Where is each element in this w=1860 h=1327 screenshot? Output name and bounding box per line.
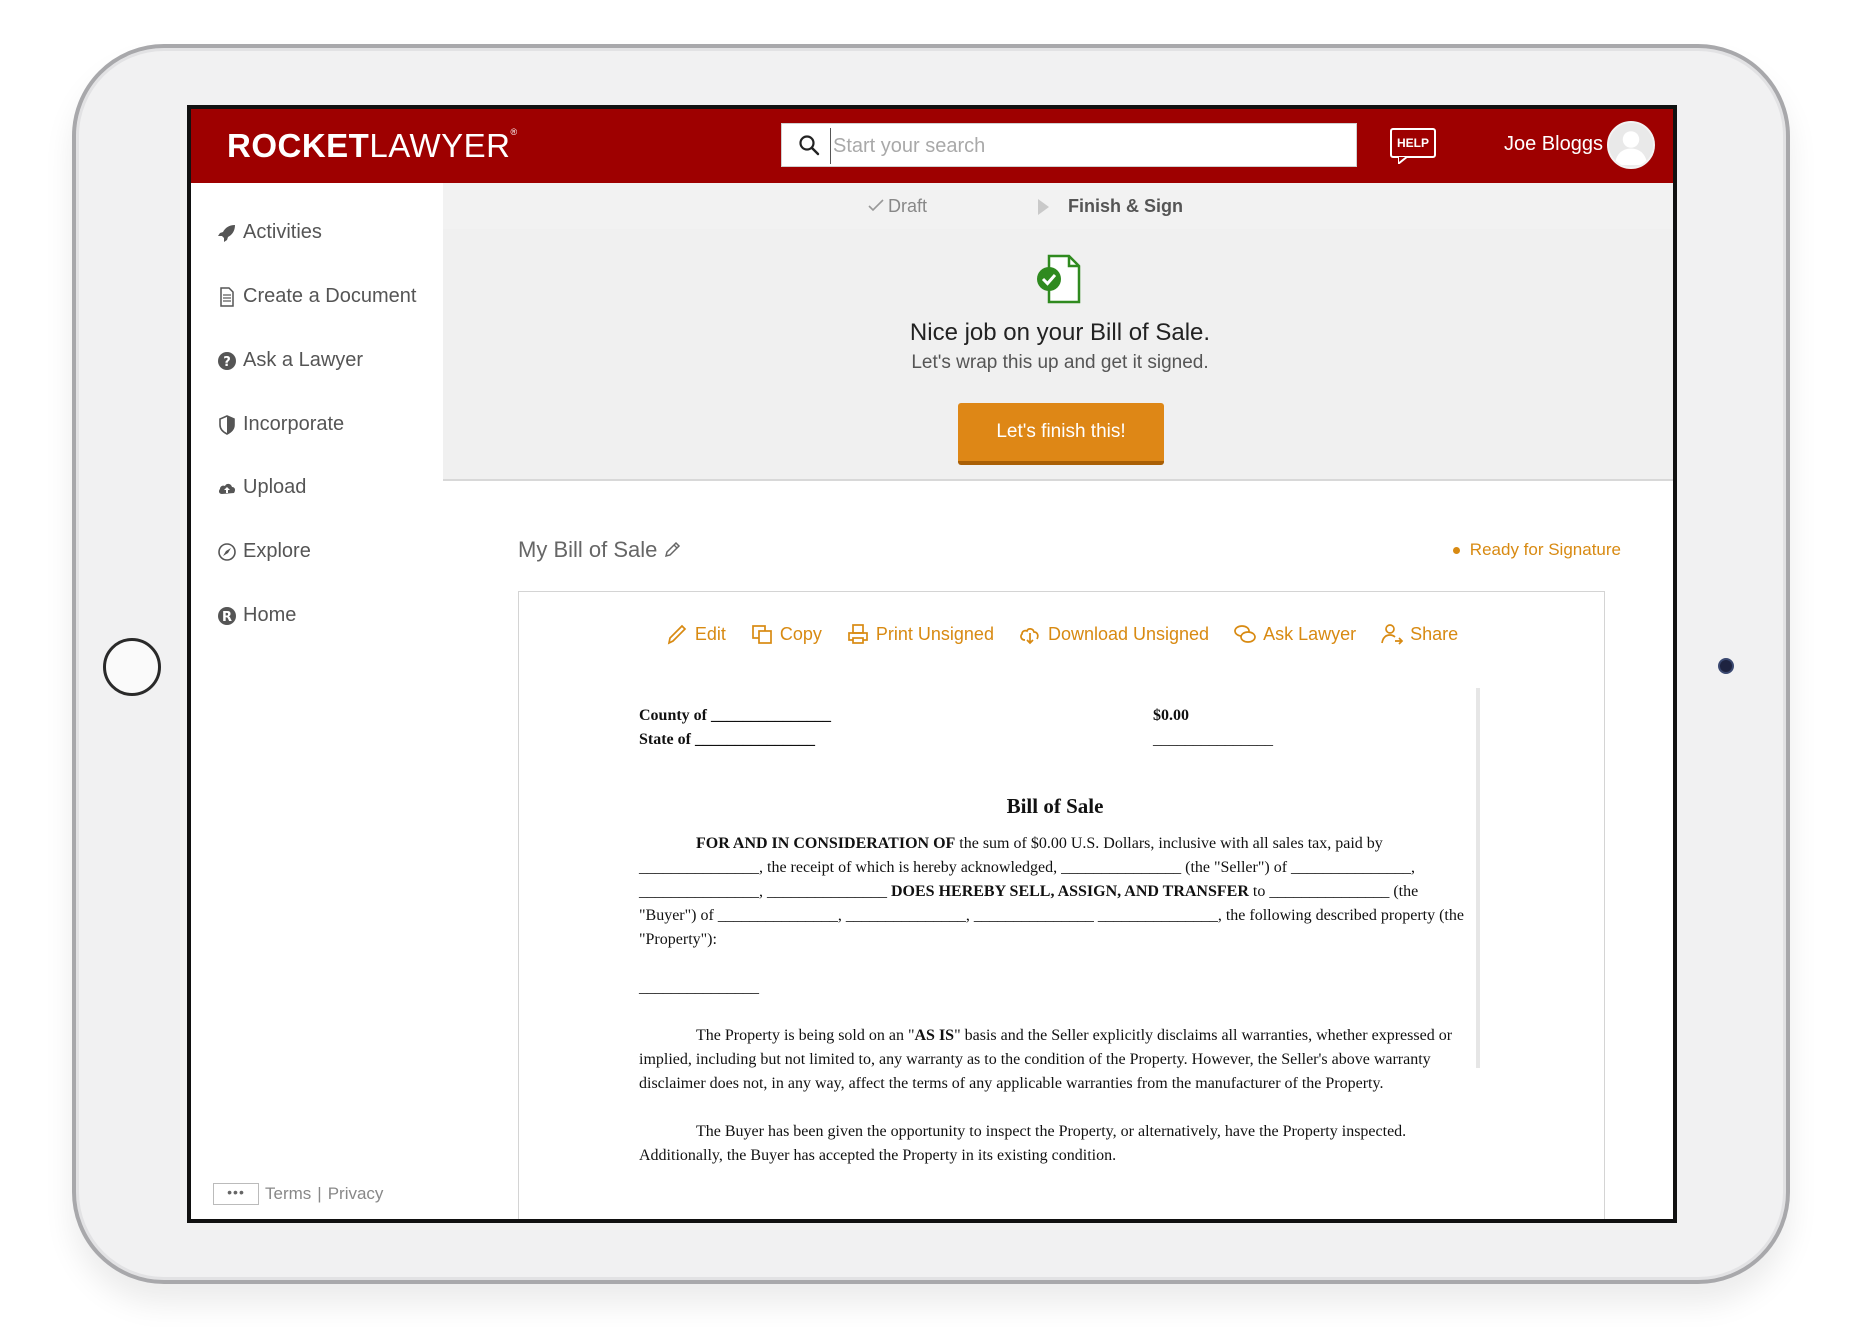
sidebar-item-label: Incorporate [243,413,345,435]
rocket-icon [217,223,237,243]
consideration-paragraph: FOR AND IN CONSIDERATION OF the sum of $… [639,835,1464,948]
copy-button[interactable]: Copy [750,622,822,646]
status-badge: Ready for Signature [1443,540,1621,560]
sidebar-item-incorporate[interactable]: Incorporate [217,413,344,436]
sidebar-item-upload[interactable]: Upload [217,476,306,499]
print-icon [848,624,868,644]
banner-subtitle: Let's wrap this up and get it signed. [911,352,1209,373]
document-preview-panel: Edit Copy Print Unsigned Download Unsign… [518,591,1605,1219]
main-content: Draft Finish & Sign Nice job on your Bil… [443,183,1673,1219]
step-finish-sign[interactable]: Finish & Sign [1068,196,1183,217]
search-box [781,123,1357,167]
privacy-link[interactable]: Privacy [328,1184,384,1204]
cloud-upload-icon [217,478,237,498]
avatar[interactable] [1607,121,1655,169]
sidebar-item-activities[interactable]: Activities [217,221,322,244]
document-icon [217,286,237,307]
help-label: HELP [1390,128,1436,158]
progress-steps: Draft Finish & Sign [443,183,1673,229]
completion-banner: Nice job on your Bill of Sale. Let's wra… [443,229,1673,481]
edit-button[interactable]: Edit [665,622,726,646]
svg-text:R: R [222,610,232,625]
download-icon [1020,628,1039,645]
sidebar-item-home[interactable]: R Home [217,604,296,627]
sidebar: Activities Create a Document ? Ask a Law… [191,183,443,1219]
tablet-camera [1718,658,1734,674]
rocketlawyer-logo-icon: R [217,606,237,626]
share-user-icon [1381,624,1404,645]
document-heading: Bill of Sale [1006,794,1104,818]
as-is-paragraph: The Property is being sold on an "AS IS"… [639,1027,1453,1092]
state-field: State of _______________ [639,731,815,748]
sidebar-item-label: Upload [243,476,307,498]
terms-link[interactable]: Terms [265,1184,311,1204]
compass-icon [217,542,237,562]
sidebar-item-label: Create a Document [243,285,417,307]
download-unsigned-button[interactable]: Download Unsigned [1018,622,1209,646]
svg-text:?: ? [223,355,231,370]
checkmark-icon [868,199,884,212]
top-bar: ROCKETLAWYER® HELP Joe Bloggs [191,109,1673,183]
status-dot [1452,547,1460,555]
chat-icon [1234,625,1256,643]
share-button[interactable]: Share [1380,622,1458,646]
print-unsigned-button[interactable]: Print Unsigned [846,622,994,646]
step-arrow-icon [1038,199,1049,215]
banner-title: Nice job on your Bill of Sale. [909,319,1211,346]
search-input[interactable] [830,128,1345,164]
county-field: County of _______________ [639,707,832,724]
question-icon: ? [217,351,237,371]
speech-tail-icon [1398,156,1410,164]
document-check-icon [1037,254,1081,304]
rocketlawyer-logo[interactable]: ROCKETLAWYER® [227,127,518,165]
user-name[interactable]: Joe Bloggs [1504,133,1603,156]
sidebar-item-label: Home [243,604,297,626]
shield-icon [217,414,237,435]
pencil-icon [667,624,687,645]
search-icon [799,135,820,156]
amount-field: $0.00 [1153,707,1189,724]
document-body: County of _______________ State of _____… [639,704,1471,1192]
copy-icon [752,625,772,644]
footer-separator: | [317,1184,322,1203]
inspection-paragraph: The Buyer has been given the opportunity… [639,1123,1407,1164]
amount-line: _______________ [1153,731,1273,748]
more-button[interactable]: ••• [213,1183,259,1205]
document-header: County of _______________ State of _____… [639,704,1471,794]
finish-button[interactable]: Let's finish this! [958,403,1164,465]
help-button[interactable]: HELP [1390,128,1438,164]
user-avatar-icon [1609,123,1653,167]
sidebar-item-label: Activities [243,221,322,243]
step-draft[interactable]: Draft [868,196,927,217]
document-toolbar: Edit Copy Print Unsigned Download Unsign… [519,622,1604,646]
sidebar-item-label: Ask a Lawyer [243,349,364,371]
sidebar-item-explore[interactable]: Explore [217,540,311,563]
document-title[interactable]: My Bill of Sale [518,537,681,563]
sidebar-item-ask-lawyer[interactable]: ? Ask a Lawyer [217,349,363,372]
document-scrollbar[interactable] [1476,688,1480,1068]
property-line: _______________ [639,979,759,996]
ask-lawyer-button[interactable]: Ask Lawyer [1233,622,1356,646]
sidebar-item-label: Explore [243,540,311,562]
tablet-home-button [103,638,161,696]
app-screen: ROCKETLAWYER® HELP Joe Bloggs [187,105,1677,1223]
sidebar-item-create-document[interactable]: Create a Document [217,285,416,308]
sidebar-footer: ••• Terms | Privacy [213,1183,383,1205]
rename-pencil-icon[interactable] [663,541,681,559]
